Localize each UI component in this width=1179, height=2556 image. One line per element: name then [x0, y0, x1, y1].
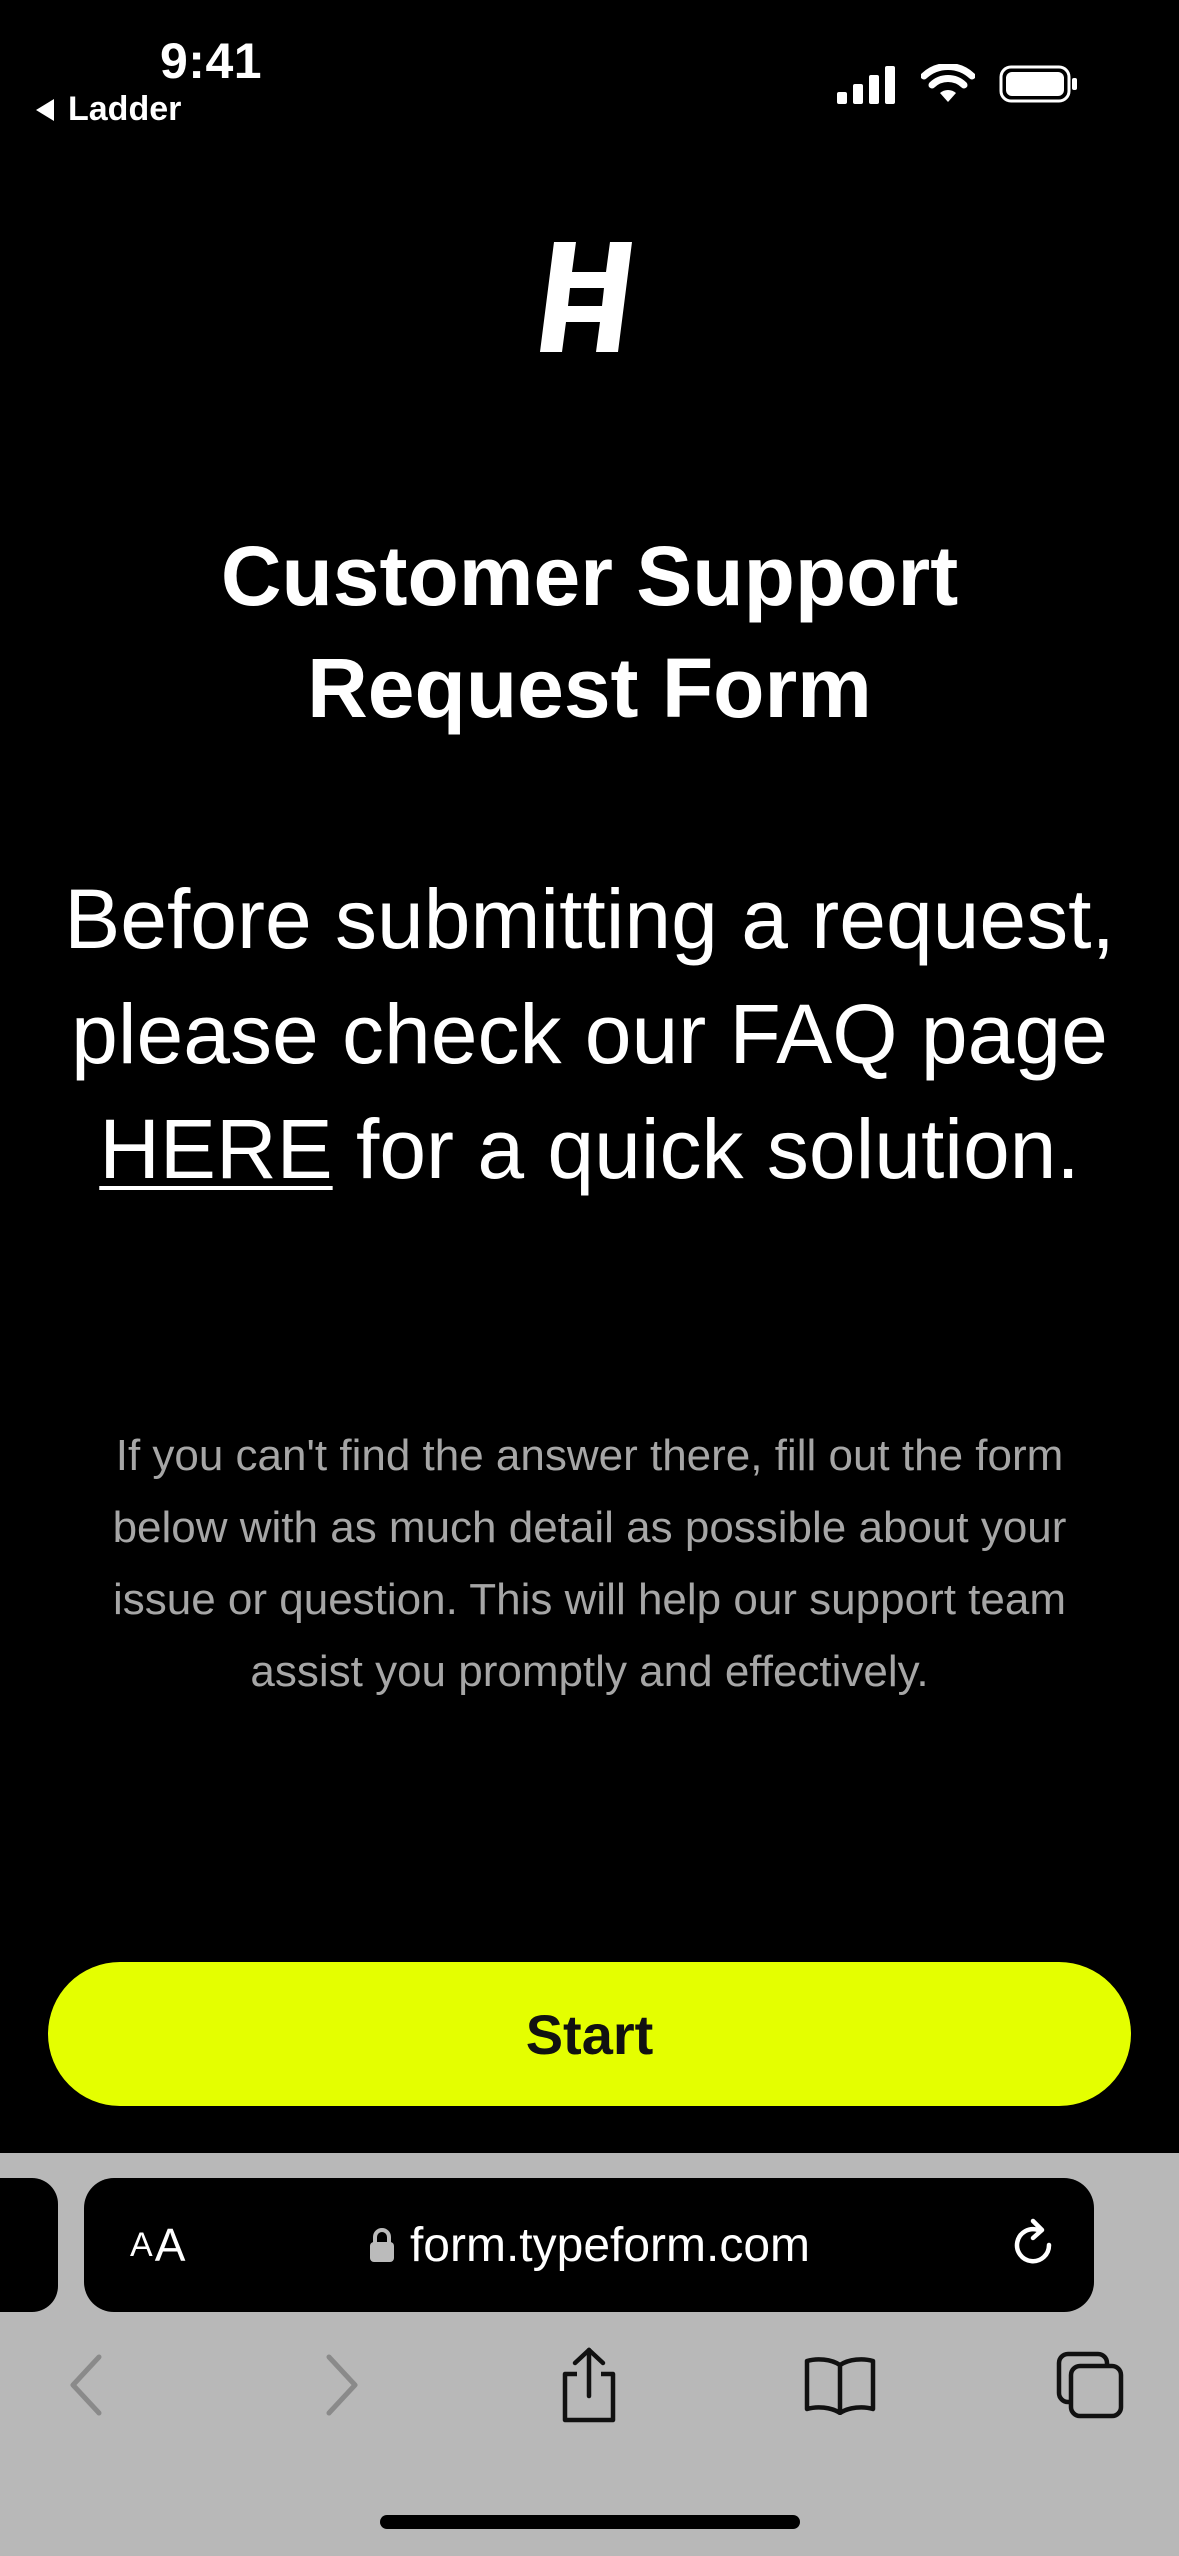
browser-toolbar	[0, 2340, 1179, 2430]
forward-icon	[326, 2354, 358, 2416]
back-button[interactable]	[42, 2340, 132, 2430]
page-title: Customer Support Request Form	[80, 520, 1099, 744]
start-button[interactable]: Start	[48, 1962, 1131, 2106]
previous-tab-preview[interactable]	[0, 2178, 58, 2312]
status-icons	[837, 64, 1079, 104]
back-icon	[70, 2354, 102, 2416]
lock-icon	[369, 2228, 394, 2262]
share-button[interactable]	[544, 2340, 634, 2430]
title-line-2: Request Form	[307, 641, 872, 735]
intro-part-1: Before submitting a request, please chec…	[64, 872, 1115, 1081]
intro-text: Before submitting a request, please chec…	[60, 862, 1119, 1207]
bookmarks-icon	[804, 2357, 876, 2415]
address-bar[interactable]: AA form.typeform.com	[84, 2178, 1094, 2312]
home-indicator[interactable]	[380, 2515, 800, 2529]
url-display[interactable]: form.typeform.com	[84, 2178, 1094, 2312]
signal-icon	[837, 66, 895, 104]
tabs-button[interactable]	[1045, 2340, 1135, 2430]
ladder-logo-icon	[540, 242, 632, 352]
tabs-icon	[1056, 2351, 1124, 2419]
forward-button[interactable]	[296, 2340, 386, 2430]
back-app-label: Ladder	[68, 90, 182, 128]
status-time: 9:41	[160, 33, 263, 89]
back-triangle-icon	[36, 98, 54, 121]
faq-link[interactable]: HERE	[99, 1102, 332, 1196]
title-line-1: Customer Support	[220, 529, 959, 623]
intro-part-2: for a quick solution.	[332, 1102, 1080, 1196]
share-icon	[562, 2347, 616, 2423]
back-to-app-link[interactable]: Ladder	[36, 90, 181, 129]
bookmarks-button[interactable]	[795, 2340, 885, 2430]
battery-icon	[999, 65, 1077, 103]
url-text: form.typeform.com	[409, 2218, 811, 2272]
reload-icon[interactable]	[1006, 2218, 1060, 2272]
body-text: If you can't find the answer there, fill…	[112, 1431, 1067, 1696]
wifi-icon	[921, 64, 975, 102]
